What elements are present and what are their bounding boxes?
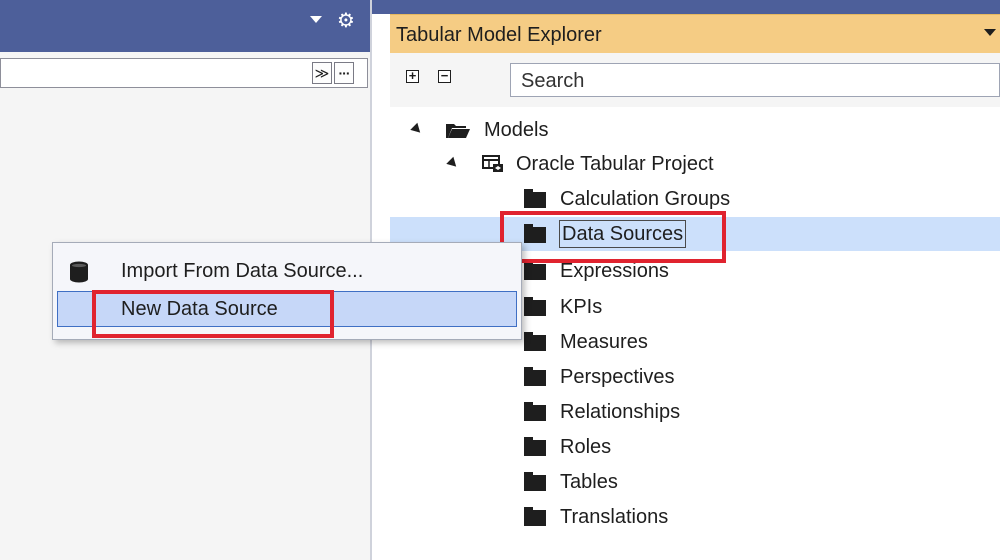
tabular-project-icon bbox=[482, 155, 503, 172]
more-options-button[interactable]: ··· bbox=[334, 62, 354, 84]
explorer-toolbar: + − Search bbox=[390, 53, 1000, 107]
annotation-highlight-data-sources bbox=[500, 211, 726, 263]
expand-all-icon[interactable]: + bbox=[406, 69, 419, 83]
gear-icon[interactable]: ⚙ bbox=[337, 10, 355, 32]
chevron-double-down-icon[interactable]: ≫ bbox=[312, 62, 332, 84]
header-strip bbox=[372, 0, 1000, 14]
folder-icon bbox=[524, 367, 546, 386]
dropdown-arrow-icon[interactable] bbox=[310, 16, 322, 23]
folder-icon bbox=[524, 472, 546, 491]
expanded-arrow-icon[interactable] bbox=[410, 122, 424, 137]
folder-icon bbox=[524, 297, 546, 316]
folder-icon bbox=[524, 261, 546, 280]
explorer-title-bar: Tabular Model Explorer bbox=[390, 14, 1000, 53]
left-pane-header: ⚙ bbox=[0, 0, 370, 52]
collapse-all-icon[interactable]: − bbox=[438, 69, 451, 83]
tree-item-label: Models bbox=[484, 119, 549, 141]
tree-item-label: Translations bbox=[560, 506, 669, 528]
search-input[interactable]: Search bbox=[510, 63, 1000, 97]
folder-icon bbox=[524, 507, 546, 526]
database-icon bbox=[70, 261, 88, 283]
folder-icon bbox=[524, 402, 546, 421]
tree-item-models[interactable]: Models bbox=[410, 113, 712, 147]
tree-item-project[interactable]: Oracle Tabular Project bbox=[446, 147, 848, 181]
tree-item-label: KPIs bbox=[560, 296, 603, 318]
folder-icon bbox=[524, 189, 546, 208]
open-folder-icon bbox=[446, 124, 470, 138]
left-combo-box[interactable]: ≫ ··· bbox=[0, 58, 368, 88]
tree-item-label: Tables bbox=[560, 471, 618, 493]
folder-icon bbox=[524, 437, 546, 456]
folder-icon bbox=[524, 332, 546, 351]
tree-item-label: Perspectives bbox=[560, 366, 675, 388]
menu-item-import-from-data-source[interactable]: Import From Data Source... bbox=[57, 253, 517, 289]
tree-item-label: Oracle Tabular Project bbox=[516, 153, 714, 175]
tree-item-label: Roles bbox=[560, 436, 612, 458]
menu-item-label: Import From Data Source... bbox=[121, 260, 364, 282]
dropdown-arrow-icon[interactable] bbox=[984, 29, 996, 36]
search-placeholder: Search bbox=[521, 70, 585, 92]
expanded-arrow-icon[interactable] bbox=[446, 156, 460, 171]
annotation-highlight-new-data-source bbox=[92, 290, 334, 338]
tree-item-label: Measures bbox=[560, 331, 648, 353]
tree-item-label: Relationships bbox=[560, 401, 681, 423]
explorer-title: Tabular Model Explorer bbox=[396, 24, 602, 46]
